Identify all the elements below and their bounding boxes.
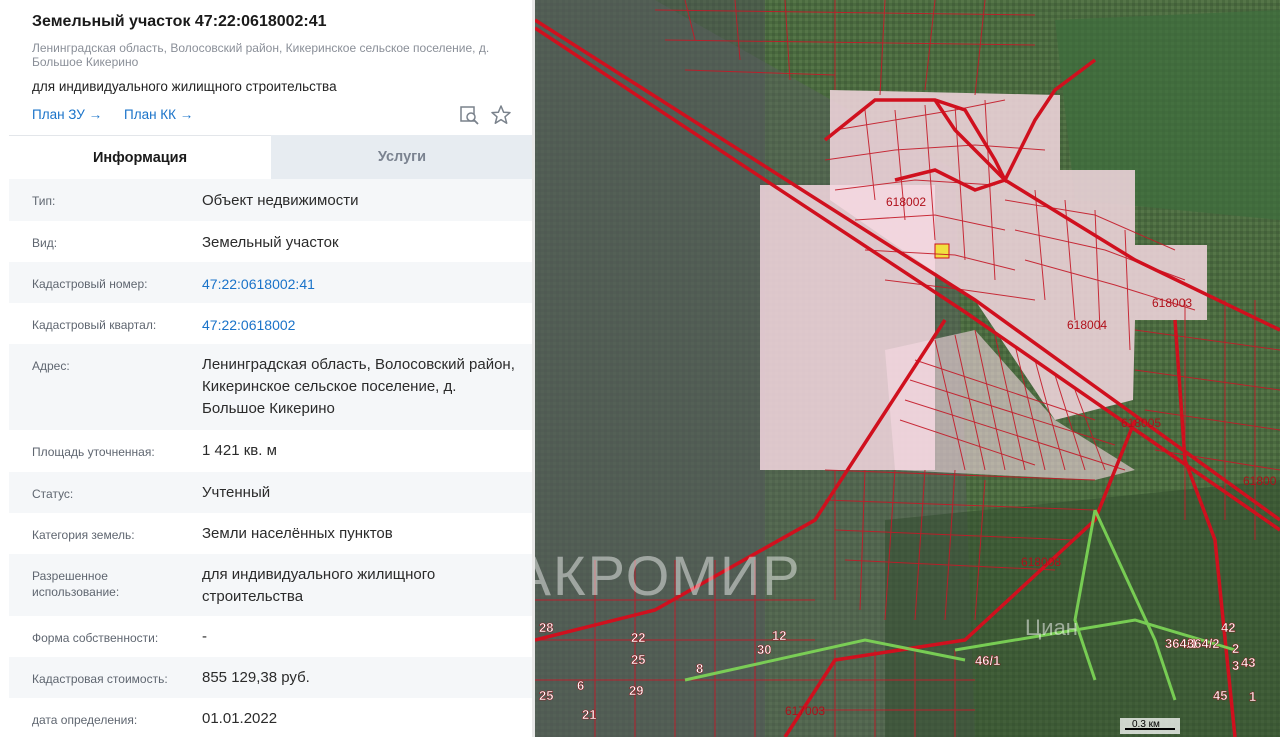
scale-bar: 0.3 км xyxy=(1120,718,1180,734)
row-label: Кадастровая стоимость: xyxy=(32,672,168,686)
watermark: МАКРОМИР xyxy=(535,544,802,607)
table-row: Кадастровый квартал: 47:22:0618002 xyxy=(9,303,533,344)
row-label: дата определения: xyxy=(32,713,138,727)
plan-zu-label: План ЗУ xyxy=(32,107,85,122)
parcel-label: 2 xyxy=(1232,641,1239,656)
table-row: Разрешенное использование: для индивидуа… xyxy=(9,554,533,616)
parcel-label: 12 xyxy=(772,628,786,643)
parcel-label: 45 xyxy=(1213,688,1227,703)
parcel-label: 8 xyxy=(696,661,703,676)
parcel-label: 30 xyxy=(757,642,771,657)
map-search-icon[interactable] xyxy=(458,104,480,126)
selected-parcel[interactable] xyxy=(934,243,950,259)
parcel-label: 28 xyxy=(539,620,553,635)
parcel-label: 1 xyxy=(1249,689,1256,704)
row-value: - xyxy=(202,628,207,645)
row-label: Тип: xyxy=(32,194,56,208)
table-row: Вид: Земельный участок xyxy=(9,221,533,262)
table-row: Кадастровая стоимость: 855 129,38 руб. xyxy=(9,657,533,698)
row-value: 01.01.2022 xyxy=(202,710,278,727)
watermark-text: МАКРОМИР xyxy=(535,544,802,607)
row-label: Площадь уточненная: xyxy=(32,445,155,459)
parcel-label: 6 xyxy=(577,678,584,693)
row-label: Кадастровый квартал: xyxy=(32,318,157,332)
table-row: Адрес: Ленинградская область, Волосовски… xyxy=(9,344,533,430)
scale-label: 0.3 км xyxy=(1132,719,1160,730)
cadastral-quarter-link[interactable]: 47:22:0618002 xyxy=(202,314,522,336)
quarter-label: 618005 xyxy=(1121,416,1161,430)
parcel-label: 42 xyxy=(1221,620,1235,635)
quarter-label: 618008 xyxy=(1021,555,1061,569)
parcel-label: 22 xyxy=(631,630,645,645)
table-row: Форма собственности: - xyxy=(9,616,533,657)
info-panel: Земельный участок 47:22:0618002:41 Ленин… xyxy=(0,0,535,737)
address-subtitle: Ленинградская область, Волосовский район… xyxy=(32,41,490,69)
row-label: Кадастровый номер: xyxy=(32,277,148,291)
row-value: Земли населённых пунктов xyxy=(202,525,393,542)
row-label: Вид: xyxy=(32,236,58,250)
purpose-text: для индивидуального жилищного строительс… xyxy=(32,79,337,94)
parcel-label: 43 xyxy=(1241,655,1255,670)
cadastral-map[interactable]: 618002 618003 618004 618005 61800 618008… xyxy=(535,0,1280,737)
quarter-label: 618003 xyxy=(1152,296,1192,310)
parcel-label: 46/1 xyxy=(975,653,1000,668)
quarter-label: 61800 xyxy=(1243,474,1277,488)
row-value: Учтенный xyxy=(202,484,271,501)
parcel-label: 25 xyxy=(631,652,645,667)
row-label: Категория земель: xyxy=(32,528,135,542)
row-label: Адрес: xyxy=(32,359,70,373)
parcel-label: 364/2 xyxy=(1187,636,1220,651)
parcel-label: 3 xyxy=(1232,658,1239,673)
arrow-right-icon: → xyxy=(179,107,194,122)
quarter-label: 617003 xyxy=(785,704,825,718)
quarter-label: 618004 xyxy=(1067,318,1107,332)
table-row: дата определения: 01.01.2022 xyxy=(9,698,533,737)
row-value: Объект недвижимости xyxy=(202,192,359,209)
row-value: 1 421 кв. м xyxy=(202,442,277,459)
tab-information[interactable]: Информация xyxy=(9,135,271,179)
parcel-label: 29 xyxy=(629,683,643,698)
row-value: Ленинградская область, Волосовский район… xyxy=(202,356,515,417)
star-icon[interactable] xyxy=(490,104,512,126)
plan-kk-label: План КК xyxy=(124,107,177,122)
row-value: 855 129,38 руб. xyxy=(202,669,310,686)
row-label: Разрешенное использование: xyxy=(32,569,120,599)
tab-bar: Информация Услуги xyxy=(9,135,533,179)
cadastral-number-link[interactable]: 47:22:0618002:41 xyxy=(202,273,522,295)
page-title: Земельный участок 47:22:0618002:41 xyxy=(32,13,327,30)
row-value: Земельный участок xyxy=(202,234,339,251)
table-row: Категория земель: Земли населённых пункт… xyxy=(9,513,533,554)
plan-zu-link[interactable]: План ЗУ → xyxy=(32,107,102,122)
plan-kk-link[interactable]: План КК → xyxy=(124,107,193,122)
table-row: Тип: Объект недвижимости xyxy=(9,179,533,221)
properties-table: Тип: Объект недвижимости Вид: Земельный … xyxy=(9,179,533,737)
table-row: Площадь уточненная: 1 421 кв. м xyxy=(9,430,533,472)
row-label: Форма собственности: xyxy=(32,631,159,645)
parcel-label: 25 xyxy=(539,688,553,703)
tab-services[interactable]: Услуги xyxy=(271,135,533,179)
parcel-label: 21 xyxy=(582,707,596,722)
row-value: для индивидуального жилищного строительс… xyxy=(202,566,436,605)
cian-watermark: Циан xyxy=(1025,615,1078,640)
row-label: Статус: xyxy=(32,487,74,501)
table-row: Статус: Учтенный xyxy=(9,472,533,513)
arrow-right-icon: → xyxy=(88,107,103,122)
table-row: Кадастровый номер: 47:22:0618002:41 xyxy=(9,262,533,303)
quarter-label: 618002 xyxy=(886,195,926,209)
